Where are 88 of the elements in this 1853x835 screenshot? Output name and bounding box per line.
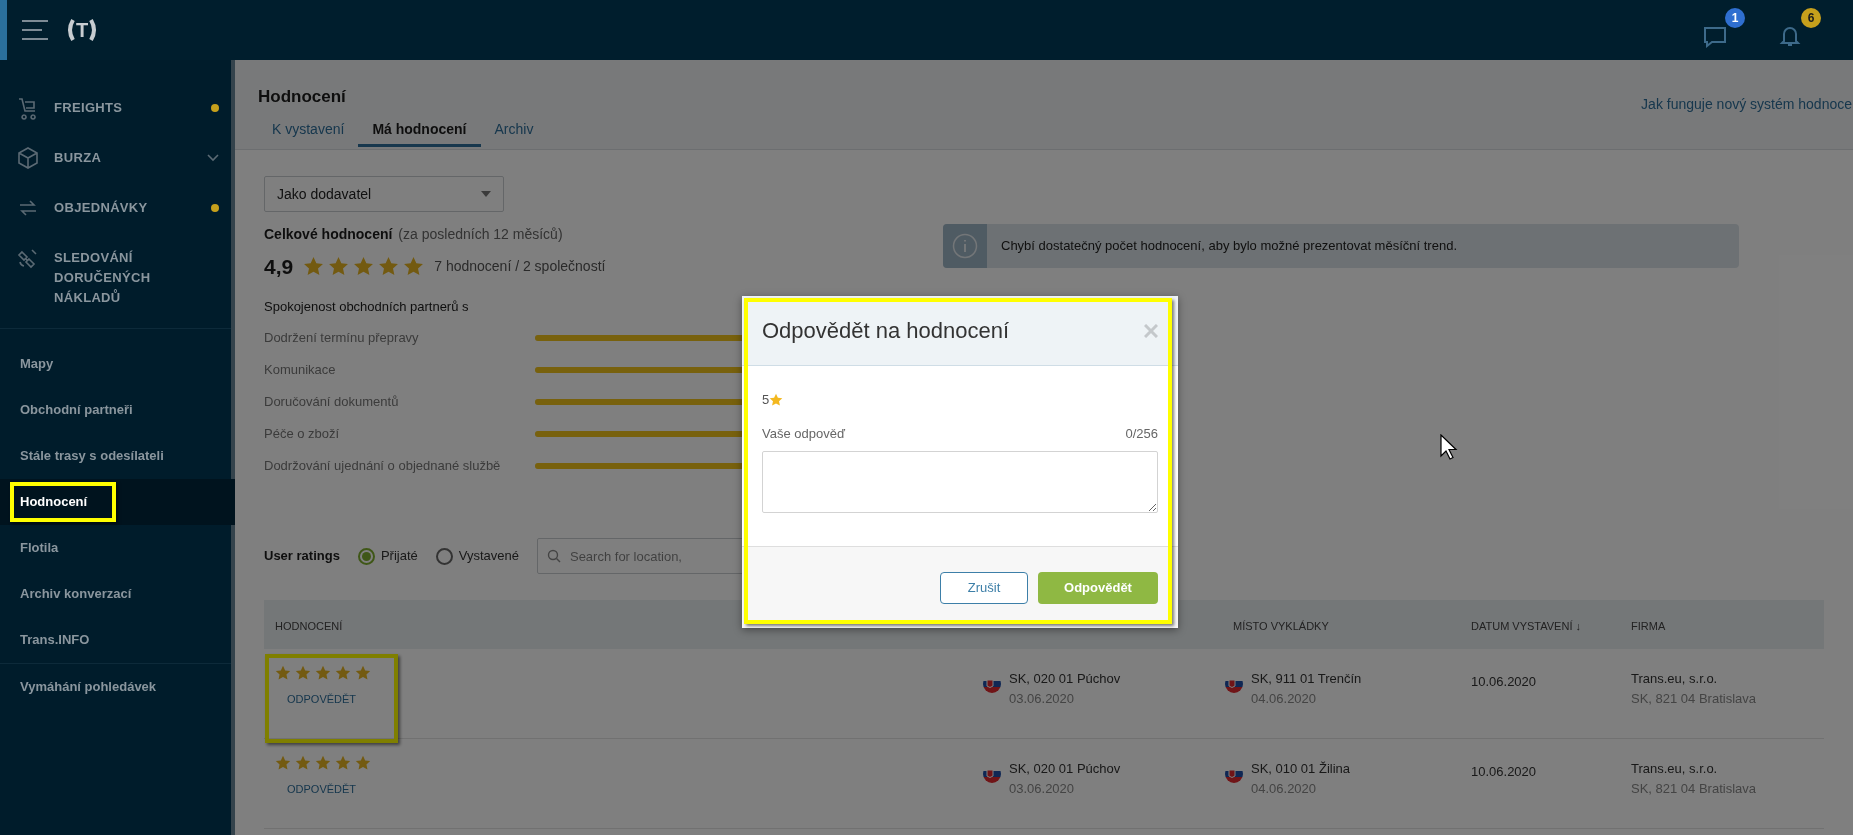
sidebar-module-item[interactable]: SLEDOVÁNÍ DORUČENÝCH NÁKLADŮ bbox=[0, 234, 235, 322]
character-counter: 0/256 bbox=[1125, 424, 1158, 443]
reply-link[interactable]: ODPOVĚDĚT bbox=[287, 691, 357, 708]
star-icon bbox=[315, 755, 331, 771]
criterion-label: Dodržení termínu přepravy bbox=[264, 329, 420, 348]
active-indicator bbox=[0, 0, 7, 60]
help-link[interactable]: Jak funguje nový systém hodnoce bbox=[1641, 94, 1852, 115]
column-header: HODNOCENÍ bbox=[275, 619, 343, 632]
column-header: DATUM VYSTAVENÍ ↓ bbox=[1471, 619, 1581, 632]
notifications-button[interactable]: 6 bbox=[1777, 8, 1821, 52]
close-icon bbox=[1144, 323, 1158, 338]
chevron-down-icon bbox=[207, 154, 219, 162]
criterion-label: Péče o zboží bbox=[264, 425, 341, 444]
sidebar-module-item[interactable]: FREIGHTS bbox=[0, 84, 235, 134]
chat-icon bbox=[1703, 26, 1727, 48]
info-text: Chybí dostatečný počet hodnocení, aby bylo možné prezentovat měsíční trend. bbox=[1001, 237, 1457, 256]
info-icon bbox=[952, 233, 978, 259]
summary-period: (za posledních 12 měsíců) bbox=[398, 225, 563, 244]
criterion-label: Komunikace bbox=[264, 361, 337, 380]
company-name: Trans.eu, s.r.o. bbox=[1631, 670, 1719, 688]
date-text: 04.06.2020 bbox=[1251, 689, 1318, 708]
logo-bracket-icon bbox=[89, 18, 99, 42]
page-title: Hodnocení bbox=[258, 86, 346, 108]
pointer-icon bbox=[1440, 434, 1458, 460]
location-text: SK, 911 01 Trenčín bbox=[1251, 670, 1362, 688]
count-badge: 6 bbox=[1801, 8, 1821, 28]
location-text: SK, 020 01 Púchov bbox=[1009, 670, 1121, 688]
tab[interactable]: K vystavení bbox=[258, 115, 359, 147]
caret-down-icon bbox=[481, 191, 491, 197]
table-cell: 10.06.2020 bbox=[1471, 674, 1537, 689]
logo: T bbox=[66, 15, 99, 45]
star-icon bbox=[295, 755, 311, 771]
star-icon bbox=[355, 755, 371, 771]
bell-icon bbox=[1779, 24, 1801, 48]
sidebar-link[interactable]: Archiv konverzací bbox=[0, 571, 235, 617]
field-label: Vaše odpověď bbox=[762, 424, 845, 443]
summary-label: Celkové hodnocení bbox=[264, 225, 393, 244]
sidebar-link[interactable]: Mapy bbox=[0, 341, 235, 387]
box-icon bbox=[16, 146, 40, 170]
company-name: Trans.eu, s.r.o. bbox=[1631, 760, 1719, 778]
sidebar-module-item[interactable]: OBJEDNÁVKY bbox=[0, 184, 235, 234]
reply-link[interactable]: ODPOVĚDĚT bbox=[287, 781, 357, 798]
star-icon bbox=[315, 665, 331, 681]
sidebar-link[interactable]: Hodnocení bbox=[0, 479, 235, 525]
tab[interactable]: Archiv bbox=[480, 115, 548, 147]
messages-button[interactable]: 1 bbox=[1701, 8, 1745, 52]
menu-button[interactable] bbox=[22, 20, 48, 40]
column-header: FIRMA bbox=[1631, 619, 1666, 632]
date-text: 04.06.2020 bbox=[1251, 779, 1318, 798]
criteria-title: Spokojenost obchodních partnerů s bbox=[264, 297, 470, 316]
section-title: User ratings bbox=[264, 547, 340, 566]
sidebar-link[interactable]: Stále trasy s odesílateli bbox=[0, 433, 235, 479]
sidebar-module-item[interactable]: BURZA bbox=[0, 134, 235, 184]
table-cell: 10.06.2020 bbox=[1471, 764, 1537, 779]
logo-bracket-icon bbox=[66, 18, 75, 42]
radio-button[interactable] bbox=[357, 547, 375, 565]
dialog-title: Odpovědět na hodnocení bbox=[762, 317, 1010, 345]
star-icon bbox=[335, 755, 351, 771]
radio-option[interactable]: Přijaté bbox=[357, 546, 418, 566]
date-text: 03.06.2020 bbox=[1009, 779, 1076, 798]
location-text: SK, 010 01 Žilina bbox=[1251, 760, 1350, 778]
star-icon bbox=[335, 665, 351, 681]
star-icon bbox=[769, 392, 784, 407]
star-icon bbox=[275, 665, 291, 681]
count-badge: 1 bbox=[1725, 8, 1745, 28]
star-icon bbox=[355, 665, 371, 681]
role-dropdown[interactable]: Jako dodavatel bbox=[264, 176, 504, 212]
tab[interactable]: Má hodnocení bbox=[358, 115, 481, 147]
sidebar-link[interactable]: Flotila bbox=[0, 525, 235, 571]
star-icon bbox=[295, 665, 311, 681]
date-text: 03.06.2020 bbox=[1009, 689, 1076, 708]
radio-button[interactable] bbox=[435, 547, 453, 565]
search-icon bbox=[546, 549, 561, 563]
criterion-label: Doručování dokumentů bbox=[264, 393, 400, 412]
star-icon bbox=[275, 755, 291, 771]
cancel-button[interactable]: Zrušit bbox=[940, 571, 1028, 604]
criterion-label: Dodržování ujednání o objednané službě bbox=[264, 457, 502, 476]
rating-value: 5 bbox=[762, 391, 770, 409]
rating-counts: 7 hodnocení / 2 společností bbox=[434, 257, 606, 277]
location-text: SK, 020 01 Púchov bbox=[1009, 760, 1121, 778]
column-header: MÍSTO VYKLÁDKY bbox=[1233, 619, 1329, 632]
company-address: SK, 821 04 Bratislava bbox=[1631, 689, 1758, 708]
sidebar-link[interactable]: Obchodní partneři bbox=[0, 387, 235, 433]
company-address: SK, 821 04 Bratislava bbox=[1631, 779, 1758, 798]
radio-option[interactable]: Vystavené bbox=[435, 546, 519, 566]
average-score: 4,9 bbox=[264, 254, 294, 280]
sidebar-link[interactable]: Trans.INFO bbox=[0, 617, 235, 663]
sidebar-link[interactable]: Vymáhání pohledávek bbox=[0, 664, 235, 710]
